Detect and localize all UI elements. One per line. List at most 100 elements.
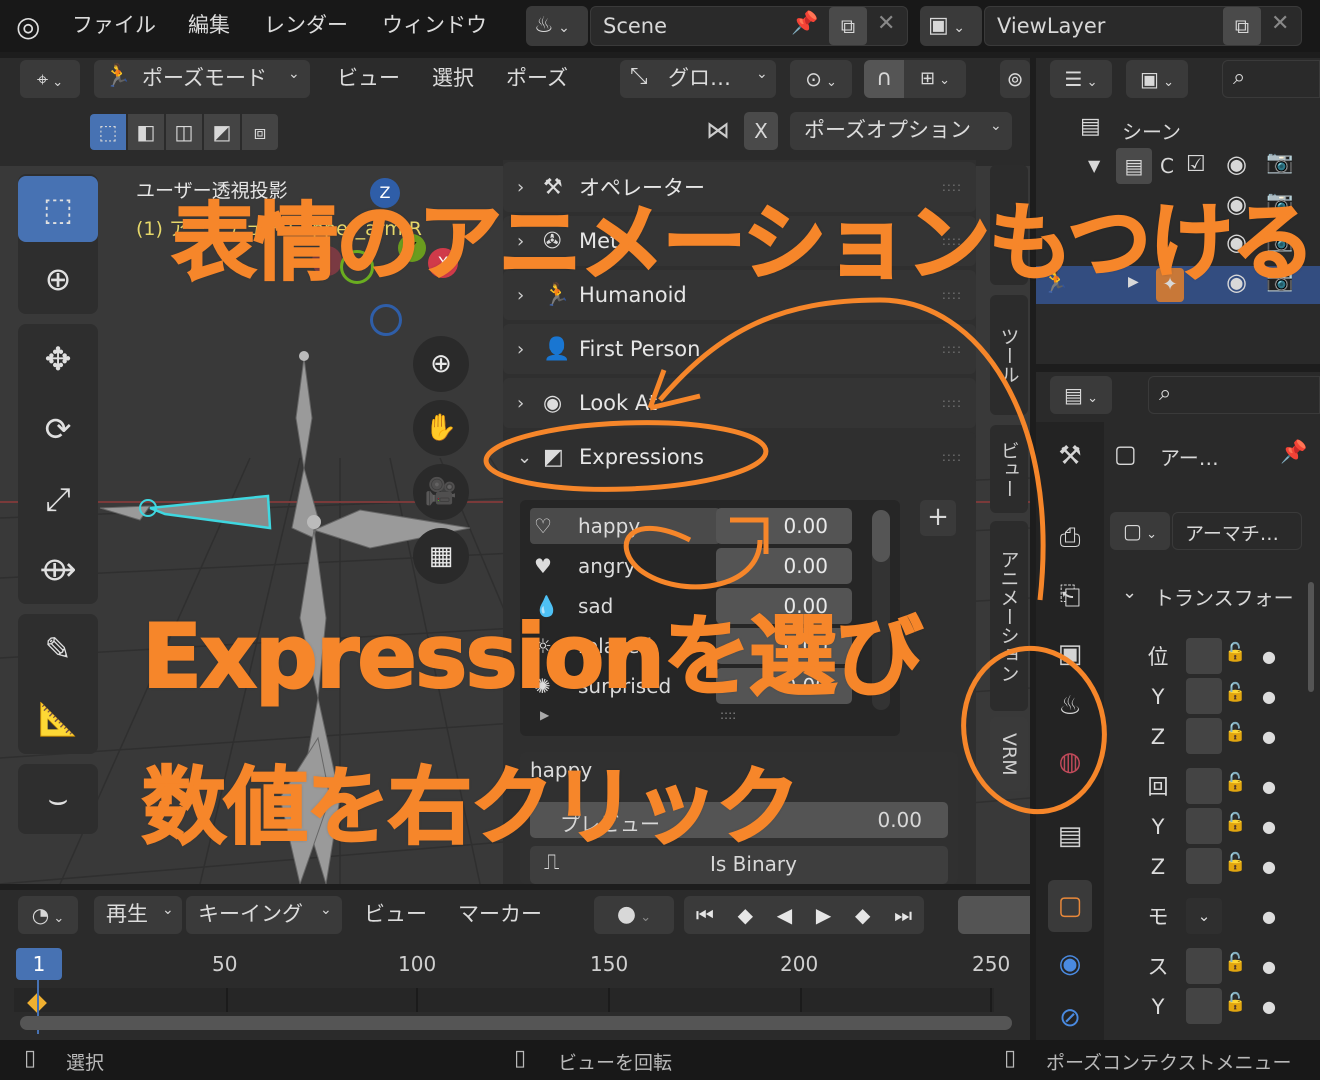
keyframe-dot-icon[interactable]: ● bbox=[1262, 768, 1276, 806]
timeline-menu-view[interactable]: ビュー bbox=[364, 896, 427, 932]
lock-icon[interactable]: 🔓 bbox=[1224, 642, 1246, 663]
lock-icon[interactable]: 🔓 bbox=[1224, 952, 1246, 973]
transform-panel-header[interactable]: ⌄ トランスフォー bbox=[1108, 578, 1308, 614]
view-layer-name-field[interactable]: ViewLayer ⧉ ✕ bbox=[984, 6, 1302, 46]
value-field[interactable] bbox=[1186, 678, 1222, 714]
location-y-row[interactable]: Y 🔓 ● bbox=[1136, 678, 1316, 716]
perspective-toggle-button[interactable]: ▦ bbox=[413, 528, 469, 584]
grip-icon[interactable]: :::: bbox=[942, 396, 962, 410]
value-field[interactable] bbox=[1186, 948, 1222, 984]
checkbox-icon[interactable]: ☑ bbox=[1186, 152, 1206, 177]
scale-y-row[interactable]: Y 🔓 ● bbox=[1136, 988, 1316, 1026]
select-subtract-button[interactable]: ◫ bbox=[166, 114, 202, 150]
tab-world[interactable]: ◍ bbox=[1048, 736, 1092, 788]
location-z-row[interactable]: Z 🔓 ● bbox=[1136, 718, 1316, 756]
pin-icon[interactable]: 📌 bbox=[791, 11, 818, 36]
scene-collection-row[interactable]: ▤ シーン bbox=[1036, 110, 1320, 146]
keyframe-dot-icon[interactable]: ● bbox=[1262, 948, 1276, 986]
menu-window[interactable]: ウィンドウ bbox=[382, 8, 487, 42]
gizmo-neg-z[interactable] bbox=[370, 304, 402, 336]
tab-scene[interactable]: ♨ bbox=[1048, 680, 1092, 732]
timeline-editor-type-button[interactable]: ◔ ⌄ bbox=[18, 896, 78, 934]
keyframe-dot-icon[interactable]: ● bbox=[1262, 848, 1276, 886]
lock-icon[interactable]: 🔓 bbox=[1224, 992, 1246, 1013]
lock-icon[interactable]: 🔓 bbox=[1224, 722, 1246, 743]
rotation-mode-dropdown[interactable]: ⌄ bbox=[1186, 898, 1222, 934]
eye-icon[interactable]: ◉ bbox=[1226, 150, 1247, 178]
grip-icon[interactable]: :::: bbox=[942, 342, 962, 356]
transform-orientation-dropdown[interactable]: ⤡ グロ… ⌄ bbox=[620, 60, 776, 98]
annotate-tool[interactable]: ✎ bbox=[18, 616, 98, 682]
tab-tool[interactable]: ツール bbox=[990, 295, 1028, 415]
x-mirror-toggle[interactable]: X bbox=[744, 112, 778, 150]
menu-edit[interactable]: 編集 bbox=[188, 8, 230, 42]
keyframe-dot-icon[interactable]: ● bbox=[1262, 638, 1276, 676]
rotation-z-row[interactable]: Z 🔓 ● bbox=[1136, 848, 1316, 886]
select-new-button[interactable]: ⬚ bbox=[90, 114, 126, 150]
tab-vrm[interactable]: VRM bbox=[990, 717, 1028, 791]
rotation-mode-row[interactable]: モ ⌄ ● bbox=[1136, 898, 1316, 936]
copy-scene-icon[interactable]: ⧉ bbox=[829, 7, 867, 45]
scene-selector[interactable]: ♨ ⌄ bbox=[526, 6, 588, 46]
tab-animation[interactable]: アニメーション bbox=[990, 521, 1028, 711]
current-frame-indicator[interactable]: 1 bbox=[16, 948, 62, 980]
breakdowner-tool[interactable]: ⌣ bbox=[18, 766, 98, 832]
measure-tool[interactable]: 📐 bbox=[18, 686, 98, 752]
current-frame-field[interactable] bbox=[958, 896, 1030, 934]
tab-tool-settings[interactable]: ⚒ bbox=[1048, 430, 1092, 482]
value-field[interactable] bbox=[1186, 808, 1222, 844]
menu-render[interactable]: レンダー bbox=[264, 8, 348, 42]
properties-scrollbar[interactable] bbox=[1308, 582, 1314, 692]
transform-tool[interactable]: ⟴ bbox=[18, 536, 98, 602]
rotate-tool[interactable]: ⟳ bbox=[18, 396, 98, 462]
armature-datablock-button[interactable]: ▢ ⌄ bbox=[1110, 512, 1170, 550]
lock-icon[interactable]: 🔓 bbox=[1224, 682, 1246, 703]
outliner-search-input[interactable]: ⌕ bbox=[1222, 60, 1320, 98]
copy-layer-icon[interactable]: ⧉ bbox=[1223, 7, 1261, 45]
close-icon[interactable]: ✕ bbox=[877, 11, 895, 36]
tab-physics[interactable]: ◉ bbox=[1048, 938, 1092, 990]
expression-item-angry[interactable]: ♥ angry 0.00 bbox=[530, 547, 870, 585]
proportional-edit-button[interactable]: ⊚ bbox=[1000, 60, 1030, 98]
value-field[interactable] bbox=[1186, 848, 1222, 884]
tab-view[interactable]: ビュー bbox=[990, 425, 1028, 513]
value-field[interactable] bbox=[1186, 768, 1222, 804]
add-expression-button[interactable]: + bbox=[920, 500, 956, 536]
keyframe-area[interactable] bbox=[14, 988, 994, 1012]
keyframe-dot-icon[interactable]: ● bbox=[1262, 718, 1276, 756]
value-field[interactable] bbox=[1186, 718, 1222, 754]
rotation-x-row[interactable]: 回 🔓 ● bbox=[1136, 768, 1316, 806]
tab-view-layer[interactable]: ▣ bbox=[1048, 628, 1092, 680]
tab-collection[interactable]: ▤ bbox=[1048, 810, 1092, 862]
keyframe-dot-icon[interactable]: ● bbox=[1262, 988, 1276, 1026]
select-extend-button[interactable]: ◧ bbox=[128, 114, 164, 150]
frame-ruler[interactable] bbox=[0, 948, 1030, 988]
view-layer-selector[interactable]: ▣ ⌄ bbox=[920, 6, 982, 46]
outliner-editor-type-button[interactable]: ☰ ⌄ bbox=[1050, 60, 1112, 98]
expression-value[interactable]: 0.00 bbox=[716, 548, 852, 584]
auto-keying-button[interactable]: ● ⌄ bbox=[594, 896, 674, 934]
lock-icon[interactable]: 🔓 bbox=[1224, 852, 1246, 873]
panel-expressions[interactable]: ⌄ ◩ Expressions:::: bbox=[503, 432, 976, 482]
keyframe-dot-icon[interactable]: ● bbox=[1262, 678, 1276, 716]
value-field[interactable] bbox=[1186, 988, 1222, 1024]
select-invert-button[interactable]: ◩ bbox=[204, 114, 240, 150]
tab-output[interactable]: ⎗ bbox=[1048, 570, 1092, 622]
camera-icon[interactable]: 📷 bbox=[1266, 150, 1293, 175]
location-x-row[interactable]: 位 🔓 ● bbox=[1136, 638, 1316, 676]
play-reverse-icon[interactable]: ◀ bbox=[777, 903, 792, 927]
properties-editor-type-button[interactable]: ▤ ⌄ bbox=[1050, 376, 1112, 414]
camera-view-button[interactable]: 🎥 bbox=[413, 464, 469, 520]
pose-options-dropdown[interactable]: ポーズオプション ⌄ bbox=[790, 112, 1012, 150]
scale-tool[interactable]: ⤢ bbox=[18, 466, 98, 532]
rotation-y-row[interactable]: Y 🔓 ● bbox=[1136, 808, 1316, 846]
keying-menu[interactable]: キーイング ⌄ bbox=[186, 896, 342, 934]
play-icon[interactable]: ▶ bbox=[816, 903, 831, 927]
lock-icon[interactable]: 🔓 bbox=[1224, 772, 1246, 793]
jump-end-icon[interactable]: ⏭ bbox=[894, 903, 912, 927]
jump-start-icon[interactable]: ⏮ bbox=[696, 903, 714, 927]
panel-look-at[interactable]: › ◉ Look At:::: bbox=[503, 378, 976, 428]
timeline-scrollbar[interactable] bbox=[20, 1016, 1012, 1030]
tab-object[interactable]: ▢ bbox=[1048, 880, 1092, 932]
panel-first-person[interactable]: › 👤 First Person:::: bbox=[503, 324, 976, 374]
